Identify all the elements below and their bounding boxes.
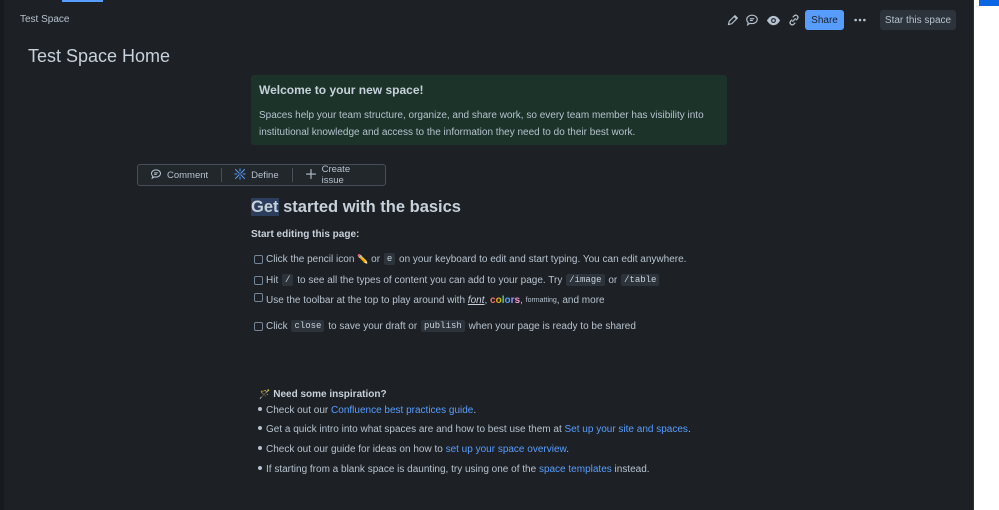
space-overview-link[interactable]: set up your space overview [446,444,567,455]
welcome-panel: Welcome to your new space! Spaces help y… [251,75,727,145]
list-text: If starting from a blank space is daunti… [266,464,537,475]
task-checkbox[interactable] [254,293,263,302]
inline-code: /table [621,274,660,286]
plus-icon [305,168,317,183]
task-text: Hit [266,274,279,286]
font-example: font [467,295,485,306]
list-text: Check out our guide for ideas on how to [266,444,443,455]
task-text: Use the toolbar at the top to play aroun… [266,295,466,306]
task-text: Click the pencil icon [266,253,355,265]
comment-icon[interactable] [743,11,761,29]
list-item: If starting from a blank space is daunti… [258,464,650,475]
list-text: . [473,405,477,416]
panel-title: Welcome to your new space! [259,83,424,97]
create-issue-label: Create issue [321,164,351,186]
task-item: Click the pencil icon ✏️ or e on your ke… [254,253,686,265]
best-practices-link[interactable]: Confluence best practices guide [331,405,473,416]
define-button[interactable]: Define [222,165,291,185]
comment-icon [150,168,162,183]
side-panel-accent [979,0,999,6]
panel-body: Spaces help your team structure, organiz… [259,110,704,138]
eye-icon[interactable] [764,11,782,29]
list-item: Check out our Confluence best practices … [258,405,476,416]
inline-code: / [282,274,294,286]
create-issue-button[interactable]: Create issue [293,164,385,186]
list-text: . [566,444,569,455]
left-edge [0,0,4,510]
list-text: Check out our [266,405,329,416]
inspiration-title: Need some inspiration? [273,389,387,400]
task-text: , and more [556,295,605,306]
bullet-dot [258,466,262,471]
task-checkbox[interactable] [254,254,263,264]
list-text: Get a quick intro into what spaces are a… [266,424,562,435]
bullet-dot [258,407,262,412]
subheading: Start editing this page: [251,229,360,240]
star-space-button[interactable]: Star this space [880,10,956,30]
task-text: to save your draft or [328,320,418,332]
bullet-dot [258,426,262,431]
selection-toolbar: Comment Define Create issue [137,164,386,186]
list-text: instead. [614,464,650,475]
pencil-icon[interactable] [723,11,741,29]
inline-code: publish [420,320,465,332]
selected-text: Get [251,198,279,216]
share-button[interactable]: Share [805,10,844,30]
section-heading: Get started with the basics [251,198,461,217]
bullet-dot [258,446,262,451]
space-templates-link[interactable]: space templates [539,464,612,475]
task-checkbox[interactable] [254,321,263,331]
inline-code: e [383,253,396,265]
list-item: Check out our guide for ideas on how to … [258,444,569,455]
define-label: Define [251,169,279,181]
inline-code: close [291,320,325,332]
sparkle-icon [234,167,246,183]
superscript-example: formatt [525,297,548,304]
more-icon[interactable] [851,11,869,29]
task-text: when your page is ready to be shared [468,320,636,332]
link-icon[interactable] [785,11,803,29]
task-text: or [608,274,618,286]
page-header: Test Space Share Star this space [4,0,973,40]
magic-wand-icon: 🪄 [259,389,271,399]
task-text: to see all the types of content you can … [297,274,563,286]
task-item: Use the toolbar at the top to play aroun… [254,293,605,306]
list-item: Get a quick intro into what spaces are a… [258,424,691,435]
setup-site-link[interactable]: Set up your site and spaces [565,424,688,435]
task-text: or [371,253,381,265]
right-side-panel [973,0,999,510]
pencil-emoji-icon: ✏️ [357,253,369,264]
page-title: Test Space Home [28,46,171,66]
task-checkbox[interactable] [254,275,263,285]
comment-label: Comment [167,169,209,181]
task-text: , [520,295,523,306]
colors-example: colors [490,295,520,306]
comment-button[interactable]: Comment [138,165,221,185]
heading-text: started with the basics [278,198,461,216]
list-text: . [687,424,691,435]
task-text: Click [266,320,288,332]
inspiration-heading: 🪄 Need some inspiration? [259,389,387,400]
task-text: on your keyboard to edit and start typin… [399,253,687,265]
inline-code: /image [566,274,605,286]
space-name[interactable]: Test Space [20,14,69,25]
task-text: , [484,295,488,306]
subscript-example: ing [547,297,557,304]
task-item: Click close to save your draft or publis… [254,320,636,332]
task-item: Hit / to see all the types of content yo… [254,274,660,286]
